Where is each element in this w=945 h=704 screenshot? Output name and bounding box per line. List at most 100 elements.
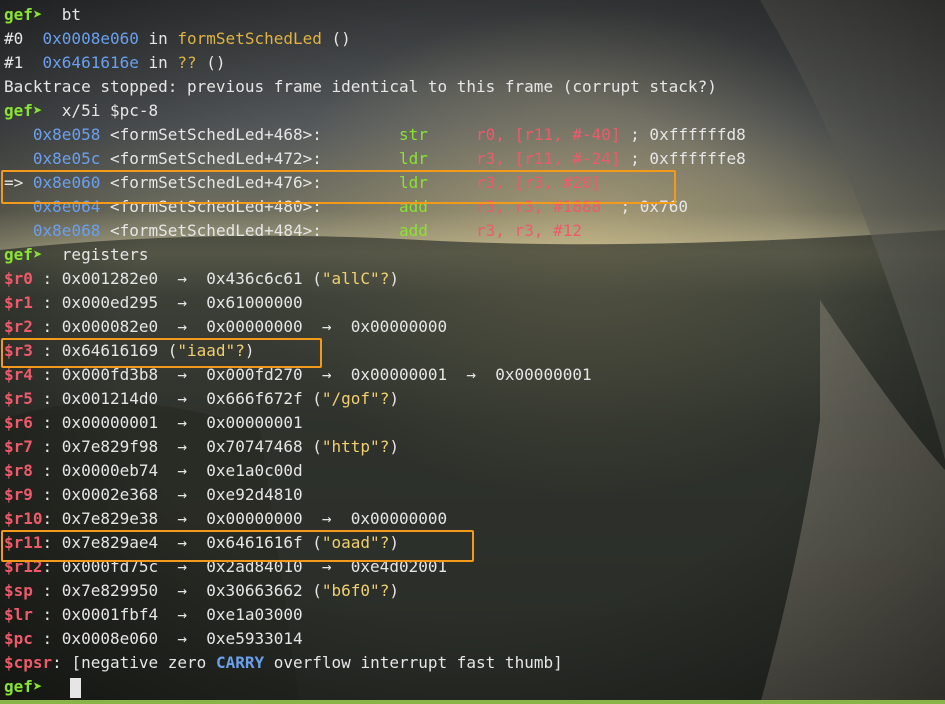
register-name: $r12 <box>4 557 43 576</box>
frame-address: 0x0008e060 <box>42 29 139 48</box>
register-line: $r9 : 0x0002e368 → 0xe92d4810 <box>4 483 303 507</box>
register-value: : 0x000082e0 → 0x00000000 → 0x00000000 <box>42 317 448 336</box>
register-name: $pc <box>4 629 43 648</box>
disasm-comment: ; 0xffffffd8 <box>620 125 746 144</box>
current-instruction-arrow: => <box>4 173 33 192</box>
terminal-line: gef➤ registers <box>4 243 149 267</box>
status-bar <box>0 700 945 704</box>
register-value: : 0x0001fbf4 → 0xe1a03000 <box>42 605 303 624</box>
disasm-line: 0x8e068 <formSetSchedLed+484>: add r3, r… <box>4 219 582 243</box>
register-value: : 0x000fd3b8 → 0x000fd270 → 0x00000001 →… <box>42 365 592 384</box>
register-line: $lr : 0x0001fbf4 → 0xe1a03000 <box>4 603 303 627</box>
register-value: : 0x64616169 ( <box>42 341 178 360</box>
frame-function: ?? <box>177 53 197 72</box>
disasm-line-current: => 0x8e060 <formSetSchedLed+476>: ldr r3… <box>4 171 601 195</box>
command-text: registers <box>42 245 149 264</box>
register-line: $r10: 0x7e829e38 → 0x00000000 → 0x000000… <box>4 507 447 531</box>
register-line: $r2 : 0x000082e0 → 0x00000000 → 0x000000… <box>4 315 447 339</box>
disasm-operands: r3, r3, #1888 <box>476 197 602 216</box>
cpsr-flags: overflow interrupt fast thumb] <box>264 653 563 672</box>
frame-args: () <box>196 53 226 72</box>
register-value: : 0x001214d0 → 0x666f672f ( <box>42 389 322 408</box>
backtrace-message: Backtrace stopped: previous frame identi… <box>4 77 717 96</box>
register-name: $r4 <box>4 365 43 384</box>
register-name: $r8 <box>4 461 43 480</box>
register-value: : 0x7e829ae4 → 0x6461616f ( <box>42 533 322 552</box>
register-name: $r2 <box>4 317 43 336</box>
register-line: $r12: 0x000fd75c → 0x2ad84010 → 0xe4d020… <box>4 555 447 579</box>
register-line: $r4 : 0x000fd3b8 → 0x000fd270 → 0x000000… <box>4 363 592 387</box>
register-line: $r0 : 0x001282e0 → 0x436c6c61 ("allC"?) <box>4 267 399 291</box>
register-string: "iaad"? <box>177 341 245 360</box>
register-tail: ) <box>389 437 399 456</box>
frame-address: 0x6461616e <box>42 53 139 72</box>
cpsr-carry-flag: CARRY <box>215 653 265 672</box>
register-line: $r11: 0x7e829ae4 → 0x6461616f ("oaad"?) <box>4 531 399 555</box>
gef-prompt: gef➤ <box>4 5 43 24</box>
disasm-comment: ; 0x760 <box>601 197 688 216</box>
register-tail: ) <box>389 269 399 288</box>
disasm-prefix <box>4 149 33 168</box>
register-value: : 0x000ed295 → 0x61000000 <box>42 293 303 312</box>
disasm-mnemonic: add <box>398 197 477 216</box>
disasm-mnemonic: add <box>398 221 477 240</box>
disasm-symbol: <formSetSchedLed+476>: <box>100 173 399 192</box>
disasm-prefix <box>4 221 33 240</box>
register-name: $cpsr <box>4 653 53 672</box>
register-name: $r3 <box>4 341 43 360</box>
register-name: $r9 <box>4 485 43 504</box>
register-string: "http"? <box>321 437 390 456</box>
disasm-prefix <box>4 197 33 216</box>
cpsr-flags: : [negative zero <box>52 653 216 672</box>
register-value: : 0x0002e368 → 0xe92d4810 <box>42 485 303 504</box>
frame-index: #1 <box>4 53 43 72</box>
register-value: : 0x001282e0 → 0x436c6c61 ( <box>42 269 322 288</box>
register-tail: ) <box>244 341 255 360</box>
disasm-line: 0x8e058 <formSetSchedLed+468>: str r0, [… <box>4 123 746 147</box>
frame-args: () <box>321 29 351 48</box>
disasm-address: 0x8e060 <box>32 173 101 192</box>
register-name: $r10 <box>4 509 43 528</box>
disasm-symbol: <formSetSchedLed+468>: <box>100 125 399 144</box>
register-tail: ) <box>389 581 399 600</box>
disasm-mnemonic: ldr <box>398 149 477 168</box>
register-line: $r8 : 0x0000eb74 → 0xe1a0c00d <box>4 459 303 483</box>
disasm-operands: r3, [r3, #20] <box>476 173 602 192</box>
register-name: $r11 <box>4 533 43 552</box>
register-name: $r1 <box>4 293 43 312</box>
disasm-comment: ; 0xffffffe8 <box>620 149 746 168</box>
register-tail: ) <box>389 389 399 408</box>
disasm-operands: r3, [r11, #-24] <box>476 149 621 168</box>
terminal-line: gef➤ bt <box>4 3 81 27</box>
register-string: "oaad"? <box>321 533 390 552</box>
register-name: $r0 <box>4 269 43 288</box>
register-line: $sp : 0x7e829950 → 0x30663662 ("b6f0"?) <box>4 579 399 603</box>
register-value: : 0x000fd75c → 0x2ad84010 → 0xe4d02001 <box>42 557 448 576</box>
disasm-line: 0x8e064 <formSetSchedLed+480>: add r3, r… <box>4 195 688 219</box>
backtrace-frame: #1 0x6461616e in ?? () <box>4 51 226 75</box>
disasm-address: 0x8e068 <box>32 221 101 240</box>
frame-index: #0 <box>4 29 43 48</box>
terminal-line: gef➤ <box>4 675 43 699</box>
disasm-mnemonic: str <box>398 125 477 144</box>
terminal-cursor[interactable] <box>70 678 81 698</box>
command-text: bt <box>42 5 82 24</box>
register-string: "b6f0"? <box>321 581 390 600</box>
register-string: "/gof"? <box>321 389 390 408</box>
register-value: : 0x0008e060 → 0xe5933014 <box>42 629 303 648</box>
register-value: : 0x7e829f98 → 0x70747468 ( <box>42 437 322 456</box>
disasm-operands: r3, r3, #12 <box>476 221 582 240</box>
cpsr-line: $cpsr: [negative zero CARRY overflow int… <box>4 651 563 675</box>
frame-in: in <box>138 53 178 72</box>
frame-function: formSetSchedLed <box>177 29 322 48</box>
register-name: $r7 <box>4 437 43 456</box>
register-value: : 0x00000001 → 0x00000001 <box>42 413 303 432</box>
register-value: : 0x0000eb74 → 0xe1a0c00d <box>42 461 303 480</box>
disasm-address: 0x8e05c <box>32 149 101 168</box>
register-tail: ) <box>389 533 399 552</box>
register-name: $r6 <box>4 413 43 432</box>
frame-in: in <box>138 29 178 48</box>
register-line: $r7 : 0x7e829f98 → 0x70747468 ("http"?) <box>4 435 399 459</box>
register-line: $r1 : 0x000ed295 → 0x61000000 <box>4 291 303 315</box>
register-name: $r5 <box>4 389 43 408</box>
